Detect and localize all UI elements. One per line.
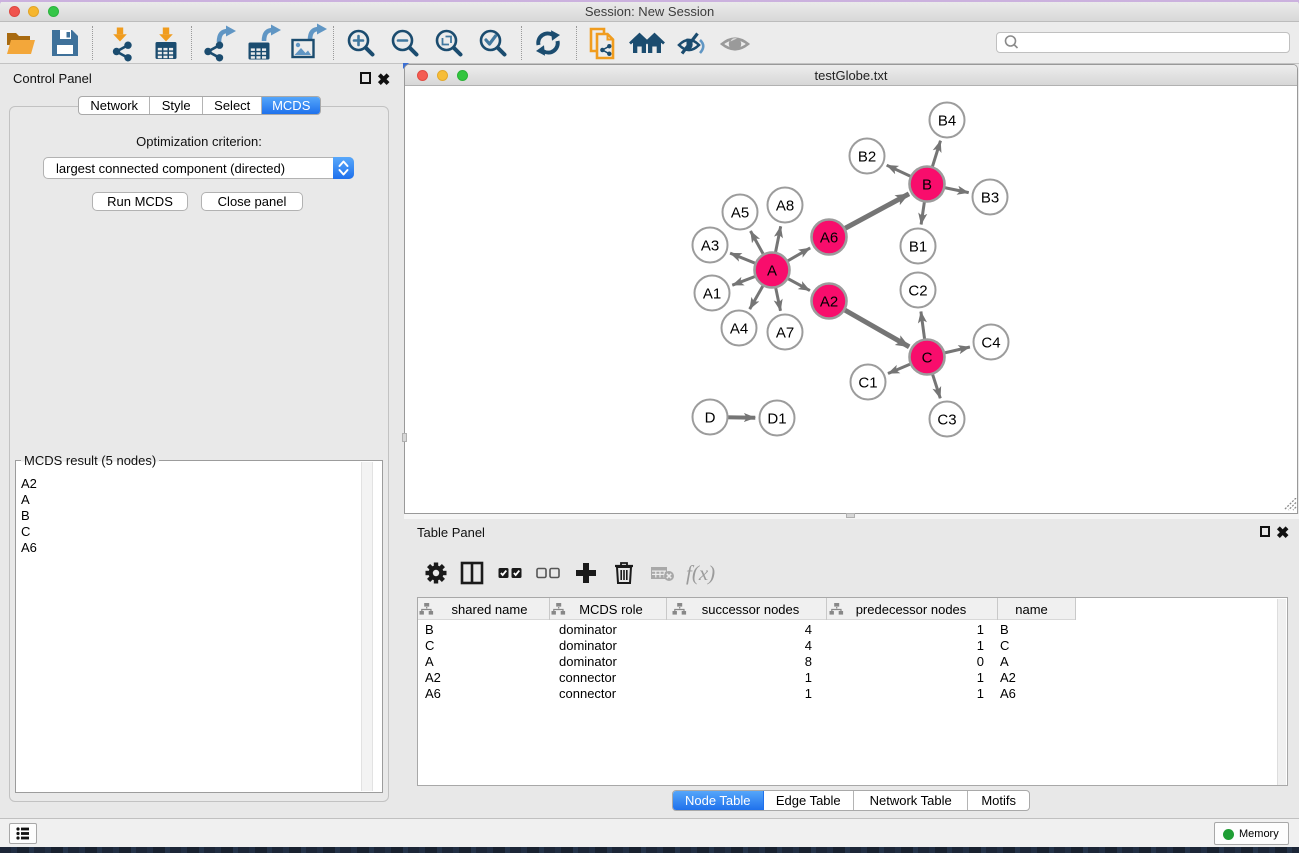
svg-text:A6: A6 (820, 230, 838, 247)
svg-text:C1: C1 (858, 375, 877, 392)
svg-text:B1: B1 (909, 239, 927, 256)
svg-text:A7: A7 (776, 325, 794, 342)
svg-text:A8: A8 (776, 198, 794, 215)
svg-text:A: A (767, 263, 777, 280)
svg-text:B4: B4 (938, 113, 956, 130)
svg-text:C4: C4 (981, 335, 1000, 352)
svg-text:A1: A1 (703, 286, 721, 303)
svg-text:D1: D1 (767, 411, 786, 428)
svg-text:B: B (922, 177, 932, 194)
svg-text:f(x): f(x) (686, 561, 715, 585)
svg-text:C2: C2 (908, 283, 927, 300)
svg-text:C: C (922, 350, 933, 367)
svg-text:B3: B3 (981, 190, 999, 207)
svg-text:A3: A3 (701, 238, 719, 255)
svg-text:A5: A5 (731, 205, 749, 222)
svg-text:A2: A2 (820, 294, 838, 311)
svg-text:A4: A4 (730, 321, 748, 338)
svg-text:B2: B2 (858, 149, 876, 166)
svg-text:D: D (705, 410, 716, 427)
svg-text:C3: C3 (937, 412, 956, 429)
